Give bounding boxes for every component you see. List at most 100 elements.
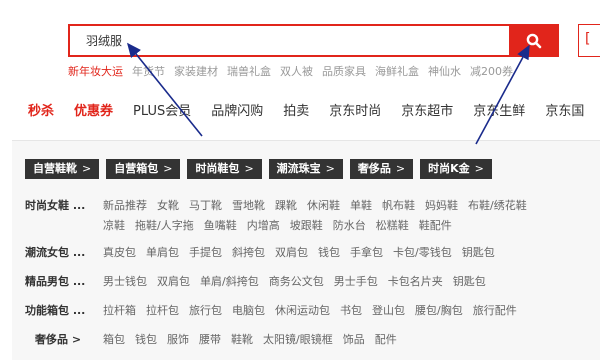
category-link[interactable]: 旅行包 [189, 304, 222, 317]
category-link[interactable]: 鞋配件 [419, 219, 452, 232]
category-items: 箱包 钱包 服饰 腰带 鞋靴 太阳镜/眼镜框 饰品 配件 [103, 331, 407, 347]
category-link[interactable]: 妈妈鞋 [425, 199, 458, 212]
main-nav: 秒杀 优惠券 PLUS会员 品牌闪购 拍卖 京东时尚 京东超市 京东生鲜 京东国 [28, 100, 600, 119]
nav-item[interactable]: 优惠券 [74, 104, 113, 119]
chevron-right-icon: > [244, 162, 254, 175]
category-link[interactable]: 手提包 [189, 246, 222, 259]
hotword-link[interactable]: 品质家具 [322, 65, 366, 78]
category-chip[interactable]: 自营鞋靴 > [25, 159, 100, 179]
nav-item[interactable]: 京东超市 [401, 104, 453, 119]
hotword-link[interactable]: 海鲜礼盒 [375, 65, 419, 78]
chevron-right-icon: > [395, 162, 406, 175]
category-title[interactable]: 时尚女鞋 ... [25, 197, 103, 213]
cart-button[interactable]: [ [578, 24, 600, 57]
category-link[interactable]: 单肩包 [146, 246, 179, 259]
category-link[interactable]: 内增高 [247, 219, 280, 232]
hotword-link[interactable]: 减200券 [470, 65, 513, 78]
hotword-link[interactable]: 双人被 [280, 65, 313, 78]
category-link[interactable]: 腰包/胸包 [415, 304, 463, 317]
chevron-right-icon: > [325, 162, 335, 175]
category-chip[interactable]: 自营箱包 > [106, 159, 181, 179]
category-link[interactable]: 卡包/零钱包 [393, 246, 452, 259]
category-link[interactable]: 帆布鞋 [382, 199, 415, 212]
hotword-link[interactable]: 神仙水 [428, 65, 461, 78]
category-chip[interactable]: 奢侈品 > [349, 159, 414, 179]
category-link[interactable]: 雪地靴 [232, 199, 265, 212]
category-link[interactable]: 单肩/斜挎包 [200, 275, 259, 288]
category-link[interactable]: 钥匙包 [462, 246, 495, 259]
chevron-right-icon: > [474, 162, 484, 175]
category-link[interactable]: 新品推荐 [103, 199, 147, 212]
category-link[interactable]: 男士手包 [334, 275, 378, 288]
search-button[interactable] [509, 24, 559, 57]
category-title[interactable]: 奢侈品 > [35, 331, 113, 347]
nav-item[interactable]: 京东国 [545, 104, 584, 119]
category-chip[interactable]: 时尚鞋包 > [187, 159, 262, 179]
category-link[interactable]: 腰带 [199, 333, 221, 346]
hotword-link[interactable]: 瑞兽礼盒 [227, 65, 271, 78]
category-link[interactable]: 旅行配件 [473, 304, 517, 317]
category-link[interactable]: 电脑包 [232, 304, 265, 317]
category-link[interactable]: 男士钱包 [103, 275, 147, 288]
category-link[interactable]: 书包 [340, 304, 362, 317]
nav-item[interactable]: PLUS会员 [133, 104, 191, 119]
category-chip[interactable]: 潮流珠宝 > [268, 159, 343, 179]
category-link[interactable]: 拉杆箱 [103, 304, 136, 317]
category-title[interactable]: 精品男包 ... [25, 273, 103, 289]
category-link[interactable]: 钱包 [318, 246, 340, 259]
category-chip-label: 时尚K金 [428, 162, 470, 175]
category-link[interactable]: 踝靴 [275, 199, 297, 212]
category-chips: 自营鞋靴 > 自营箱包 > 时尚鞋包 > 潮流珠宝 > 奢侈品 > 时尚K金 > [25, 159, 499, 179]
category-link[interactable]: 钥匙包 [453, 275, 486, 288]
category-link[interactable]: 饰品 [343, 333, 365, 346]
category-link[interactable]: 女靴 [157, 199, 179, 212]
nav-item[interactable]: 品牌闪购 [211, 104, 263, 119]
category-chip-label: 自营鞋靴 [33, 162, 77, 175]
category-link[interactable]: 箱包 [103, 333, 125, 346]
category-chip[interactable]: 时尚K金 > [420, 159, 492, 179]
search-icon [526, 33, 542, 48]
category-link[interactable]: 松糕鞋 [376, 219, 409, 232]
category-link[interactable]: 休闲鞋 [307, 199, 340, 212]
category-link[interactable]: 防水台 [333, 219, 366, 232]
category-link[interactable]: 登山包 [372, 304, 405, 317]
category-link[interactable]: 钱包 [135, 333, 157, 346]
category-link[interactable]: 太阳镜/眼镜框 [263, 333, 333, 346]
category-link[interactable]: 卡包名片夹 [388, 275, 443, 288]
nav-item[interactable]: 拍卖 [283, 104, 309, 119]
category-link[interactable]: 真皮包 [103, 246, 136, 259]
category-link[interactable]: 马丁靴 [189, 199, 222, 212]
category-link[interactable]: 商务公文包 [269, 275, 324, 288]
nav-item[interactable]: 京东生鲜 [473, 104, 525, 119]
category-title[interactable]: 功能箱包 ... [25, 302, 103, 318]
category-link[interactable]: 配件 [375, 333, 397, 346]
category-link[interactable]: 拉杆包 [146, 304, 179, 317]
hotword-link[interactable]: 家装建材 [174, 65, 218, 78]
category-link[interactable]: 服饰 [167, 333, 189, 346]
chevron-right-icon: > [82, 162, 92, 175]
hotword-link[interactable]: 年货节 [132, 65, 165, 78]
category-link[interactable]: 凉鞋 [103, 219, 125, 232]
category-link[interactable]: 双肩包 [275, 246, 308, 259]
nav-item[interactable]: 京东时尚 [329, 104, 381, 119]
category-link[interactable]: 双肩包 [157, 275, 190, 288]
category-link[interactable]: 坡跟鞋 [290, 219, 323, 232]
category-link[interactable]: 鞋靴 [231, 333, 253, 346]
category-link[interactable]: 斜挎包 [232, 246, 265, 259]
nav-item[interactable]: 秒杀 [28, 104, 54, 119]
category-link[interactable]: 鱼嘴鞋 [204, 219, 237, 232]
category-items: 拉杆箱 拉杆包 旅行包 电脑包 休闲运动包 书包 登山包 腰包/胸包 旅行配件 [103, 302, 527, 318]
hotwords: 新年妆大运 年货节 家装建材 瑞兽礼盒 双人被 品质家具 海鲜礼盒 神仙水 减200券 [68, 63, 522, 79]
chevron-right-icon: > [163, 162, 173, 175]
category-link[interactable]: 单鞋 [350, 199, 372, 212]
category-chip-label: 时尚鞋包 [195, 162, 240, 175]
category-link[interactable]: 手拿包 [350, 246, 383, 259]
category-link[interactable]: 拖鞋/人字拖 [135, 219, 194, 232]
hotword-link[interactable]: 新年妆大运 [68, 65, 123, 78]
category-chip-label: 自营箱包 [114, 162, 159, 175]
category-link[interactable]: 布鞋/绣花鞋 [468, 199, 527, 212]
search-input[interactable] [70, 26, 510, 55]
search-box[interactable] [68, 24, 512, 57]
category-link[interactable]: 休闲运动包 [275, 304, 330, 317]
category-title[interactable]: 潮流女包 ... [25, 244, 103, 260]
